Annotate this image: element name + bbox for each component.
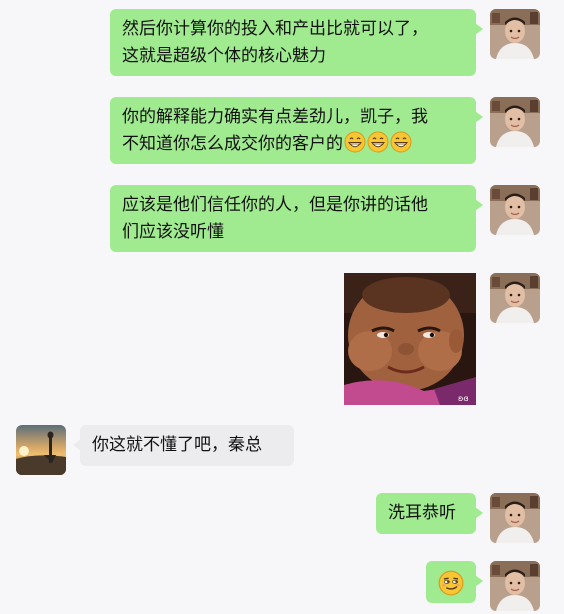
self-avatar[interactable] <box>490 561 540 611</box>
message-text-line: 你这就不懂了吧，秦总 <box>92 435 262 455</box>
grin-emoji-icon <box>367 131 389 153</box>
outgoing-message-bubble[interactable]: 洗耳恭听 <box>376 493 483 534</box>
message-text: 不知道你怎么成交你的客户的 <box>122 134 343 154</box>
self-avatar[interactable] <box>490 97 540 147</box>
smirk-emoji-icon <box>438 570 464 596</box>
message-text-line: 洗耳恭听 <box>388 503 456 523</box>
contact-avatar[interactable] <box>16 425 66 475</box>
message-text-line: 应该是他们信任你的人，但是你讲的话他 <box>122 195 428 215</box>
message-text-line: 这就是超级个体的核心魅力 <box>122 46 326 66</box>
outgoing-message-bubble[interactable]: 然后你计算你的投入和产出比就可以了， 这就是超级个体的核心魅力 <box>110 9 483 76</box>
message-text-line: 你的解释能力确实有点差劲儿，凯子，我 <box>122 107 428 127</box>
self-avatar[interactable] <box>490 493 540 543</box>
smiling-baby-sticker-image[interactable]: ʚɞ <box>344 273 476 405</box>
self-avatar[interactable] <box>490 185 540 235</box>
outgoing-emoji-bubble[interactable] <box>426 561 483 603</box>
message-text-line-with-emoji: 不知道你怎么成交你的客户的 <box>122 131 464 158</box>
incoming-message-bubble[interactable]: 你这就不懂了吧，秦总 <box>73 425 294 466</box>
message-text-line: 们应该没听懂 <box>122 222 224 242</box>
grin-emoji-icon <box>344 131 366 153</box>
outgoing-message-bubble[interactable]: 应该是他们信任你的人，但是你讲的话他 们应该没听懂 <box>110 185 483 252</box>
outgoing-message-bubble[interactable]: 你的解释能力确实有点差劲儿，凯子，我 不知道你怎么成交你的客户的 <box>110 97 483 164</box>
chat-window: 然后你计算你的投入和产出比就可以了， 这就是超级个体的核心魅力 你的解释能力确实… <box>0 0 564 614</box>
self-avatar[interactable] <box>490 273 540 323</box>
self-avatar[interactable] <box>490 9 540 59</box>
grin-emoji-icon <box>390 131 412 153</box>
message-text-line: 然后你计算你的投入和产出比就可以了， <box>122 19 428 39</box>
svg-text:ʚɞ: ʚɞ <box>458 394 469 403</box>
